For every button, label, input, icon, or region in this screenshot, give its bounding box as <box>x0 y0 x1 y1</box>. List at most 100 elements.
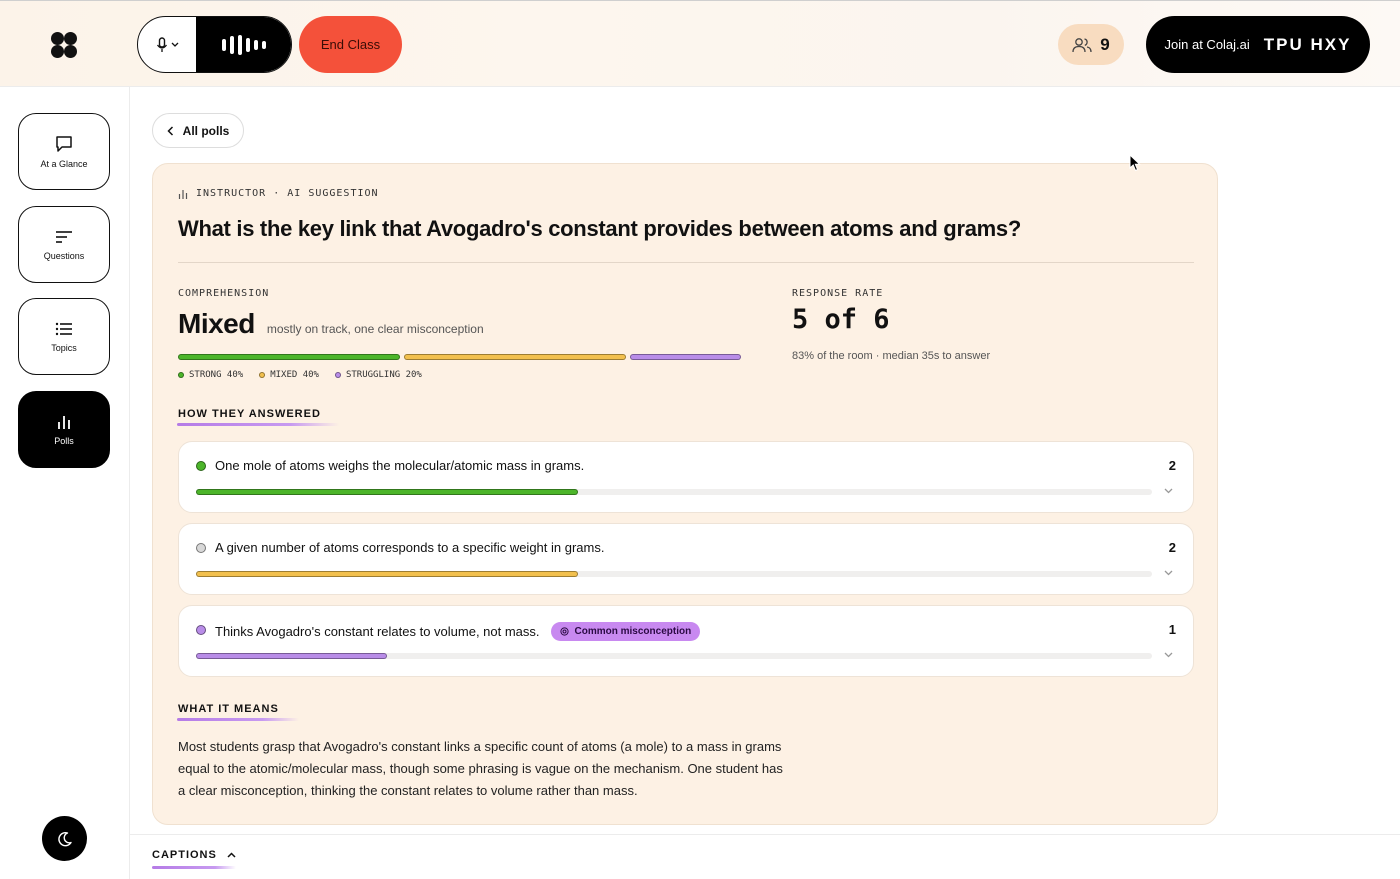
answer-dot <box>196 625 206 635</box>
wave-bar <box>253 39 258 50</box>
legend-struggling: STRUGGLING 20% <box>334 370 422 380</box>
join-code: TPU HXY <box>1263 34 1352 54</box>
answer-dot <box>196 461 206 471</box>
answer-label: A given number of atoms corresponds to a… <box>215 540 605 555</box>
participants-button[interactable]: 9 <box>1058 24 1124 65</box>
sidebar-item-at-a-glance[interactable]: At a Glance <box>18 113 110 190</box>
target-icon <box>559 627 569 636</box>
answer-count: 1 <box>1168 622 1176 637</box>
legend-mixed: MIXED 40% <box>259 370 319 380</box>
answer-row[interactable]: A given number of atoms corresponds to a… <box>178 523 1194 595</box>
comprehension-legend: STRONG 40% MIXED 40% STRUGGLING 20% <box>178 370 422 380</box>
comprehension-segment <box>178 354 400 360</box>
poll-card: INSTRUCTOR · AI SUGGESTION What is the k… <box>152 163 1218 825</box>
chat-bubble-icon <box>56 135 72 152</box>
answer-count: 2 <box>1168 458 1176 473</box>
answer-bar-track <box>196 489 1152 495</box>
chevron-left-icon <box>167 125 173 136</box>
colaj-logo[interactable] <box>50 31 78 59</box>
chevron-down-icon[interactable] <box>1164 650 1173 661</box>
answer-bar-track <box>196 571 1152 577</box>
answers-title: HOW THEY ANSWERED <box>178 408 321 420</box>
users-icon <box>1072 37 1092 52</box>
legend-label: MIXED 40% <box>270 370 319 380</box>
comprehension-segment <box>404 354 626 360</box>
comprehension-value: Mixed <box>178 308 255 339</box>
wave-bar <box>261 40 266 49</box>
bar-chart-icon <box>178 189 188 199</box>
legend-label: STRONG 40% <box>189 370 244 380</box>
sidebar-item-label: Questions <box>43 250 85 261</box>
answer-label: Thinks Avogadro's constant relates to vo… <box>215 624 540 639</box>
poll-question: What is the key link that Avogadro's con… <box>178 216 1021 241</box>
wave-bar <box>229 35 234 54</box>
answer-row[interactable]: Thinks Avogadro's constant relates to vo… <box>178 605 1194 677</box>
audio-controls <box>137 16 292 73</box>
comprehension-note: mostly on track, one clear misconception <box>266 322 484 336</box>
captions-bar: CAPTIONS <box>130 834 1400 879</box>
audio-level-button[interactable] <box>196 17 291 72</box>
comprehension-segment <box>630 354 741 360</box>
captions-toggle[interactable]: CAPTIONS <box>152 849 236 861</box>
comprehension-summary: Mixed mostly on track, one clear misconc… <box>178 308 484 340</box>
mouse-cursor-icon <box>1129 154 1141 172</box>
badge-label: Common misconception <box>574 626 692 637</box>
dark-mode-toggle[interactable] <box>42 816 87 861</box>
answer-label: One mole of atoms weighs the molecular/a… <box>215 458 585 473</box>
legend-dot <box>178 372 184 378</box>
wave-bar <box>245 37 250 52</box>
participants-count: 9 <box>1100 34 1110 54</box>
legend-strong: STRONG 40% <box>178 370 243 380</box>
chevron-down-icon[interactable] <box>1164 568 1173 579</box>
sidebar-item-topics[interactable]: Topics <box>18 298 110 375</box>
sidebar-item-questions[interactable]: Questions <box>18 206 110 283</box>
answer-dot <box>196 543 206 553</box>
wave-bar <box>221 38 226 51</box>
wave-bar <box>237 34 242 55</box>
microphone-button[interactable] <box>138 17 196 72</box>
answer-row[interactable]: One mole of atoms weighs the molecular/a… <box>178 441 1194 513</box>
response-rate-detail: 83% of the room · median 35s to answer <box>792 350 991 362</box>
meaning-title: WHAT IT MEANS <box>178 703 279 715</box>
legend-dot <box>259 372 266 378</box>
sidebar-item-label: At a Glance <box>40 158 88 169</box>
eyebrow-text: INSTRUCTOR · AI SUGGESTION <box>196 188 379 199</box>
captions-underline <box>152 866 236 869</box>
moon-icon <box>57 831 72 846</box>
answer-bar-fill <box>196 489 579 495</box>
all-polls-label: All polls <box>182 123 230 138</box>
sidebar-item-label: Topics <box>51 342 77 353</box>
misconception-badge: Common misconception <box>550 622 701 641</box>
divider <box>178 262 1194 263</box>
sidebar-item-polls[interactable]: Polls <box>18 391 110 468</box>
response-rate-label: RESPONSE RATE <box>792 288 884 299</box>
meaning-title-underline <box>177 718 299 721</box>
end-class-button[interactable]: End Class <box>299 16 402 73</box>
join-code-pill[interactable]: Join at Colaj.ai TPU HXY <box>1146 16 1370 73</box>
answer-text: A given number of atoms corresponds to a… <box>215 540 604 555</box>
legend-dot <box>334 372 341 378</box>
list-icon <box>55 322 72 335</box>
poll-eyebrow: INSTRUCTOR · AI SUGGESTION <box>178 188 379 199</box>
lines-icon <box>56 230 72 243</box>
join-label: Join at Colaj.ai <box>1164 37 1250 52</box>
top-bar: End Class 9 Join at Colaj.ai TPU HXY <box>0 0 1400 87</box>
all-polls-button[interactable]: All polls <box>152 113 244 148</box>
microphone-icon <box>156 36 167 52</box>
sidebar-item-label: Polls <box>54 435 74 446</box>
answer-bar-fill <box>196 571 579 577</box>
answer-text: Thinks Avogadro's constant relates to vo… <box>215 622 701 641</box>
response-rate-value: 5 of 6 <box>792 304 890 335</box>
answer-bar-track <box>196 653 1152 659</box>
answer-text: One mole of atoms weighs the molecular/a… <box>215 458 584 473</box>
captions-label: CAPTIONS <box>152 849 217 861</box>
chevron-down-icon <box>171 42 178 47</box>
legend-label: STRUGGLING 20% <box>345 370 422 380</box>
answers-title-underline <box>177 423 339 426</box>
sidebar: At a Glance Questions Topics Polls <box>0 87 130 879</box>
chevron-down-icon[interactable] <box>1164 486 1173 497</box>
comprehension-label: COMPREHENSION <box>178 288 270 299</box>
answer-count: 2 <box>1168 540 1176 555</box>
bar-chart-icon <box>58 415 70 429</box>
meaning-text: Most students grasp that Avogadro's cons… <box>178 739 783 798</box>
